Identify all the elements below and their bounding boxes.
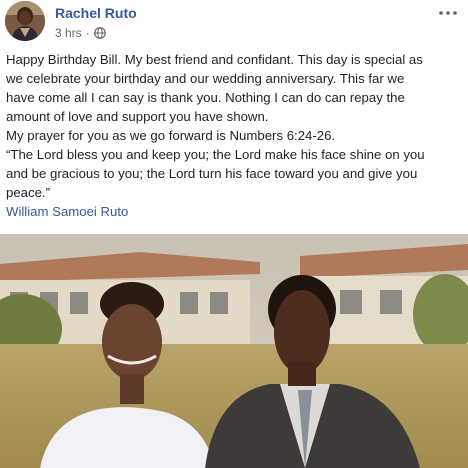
couple-photo-image (0, 234, 468, 468)
facebook-post: Rachel Ruto 3 hrs · Happy Birthday Bill.… (0, 0, 468, 468)
post-text-line: Happy Birthday Bill. My best friend and … (6, 52, 423, 67)
post-text-line: My prayer for you as we go forward is Nu… (6, 128, 336, 143)
avatar-image (5, 1, 45, 41)
post-text: Happy Birthday Bill. My best friend and … (6, 50, 464, 221)
author-name-link[interactable]: Rachel Ruto (55, 5, 137, 21)
more-options-icon[interactable] (436, 6, 460, 20)
post-text-line: peace.” (6, 185, 50, 200)
post-text-line: “The Lord bless you and keep you; the Lo… (6, 147, 425, 162)
globe-icon[interactable] (93, 27, 106, 39)
author-avatar[interactable] (5, 1, 45, 41)
post-text-line: and be gracious to you; the Lord turn hi… (6, 166, 418, 181)
post-text-line: have come all I can say is thank you. No… (6, 90, 405, 105)
post-photo[interactable] (0, 234, 468, 468)
post-timestamp[interactable]: 3 hrs (55, 26, 82, 40)
tagged-person-link[interactable]: William Samoei Ruto (6, 204, 128, 219)
post-meta: 3 hrs · (55, 26, 106, 40)
meta-separator: · (85, 26, 90, 40)
post-header: Rachel Ruto 3 hrs · (0, 0, 468, 48)
post-text-line: amount of love and support you have show… (6, 109, 269, 124)
post-text-line: we celebrate your birthday and our weddi… (6, 71, 405, 86)
